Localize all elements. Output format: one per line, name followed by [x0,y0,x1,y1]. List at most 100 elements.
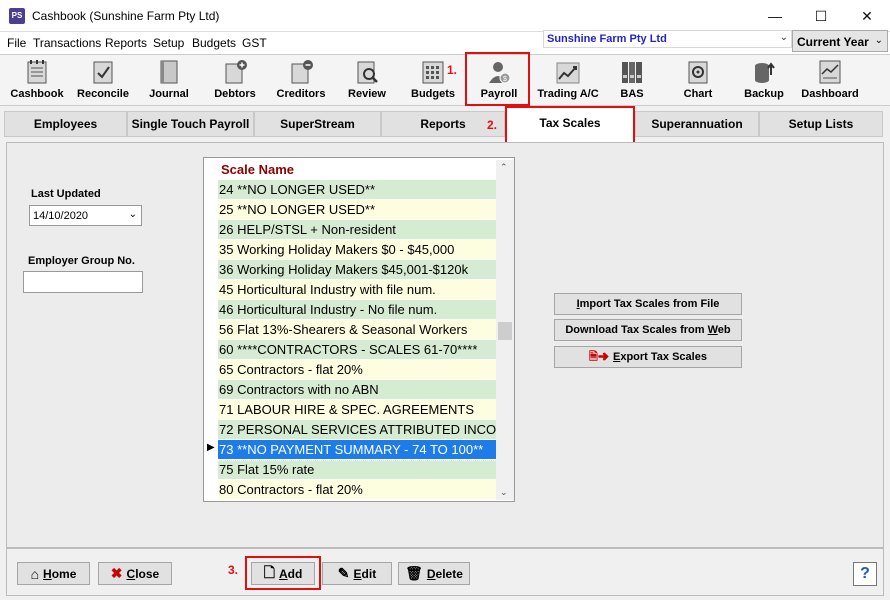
tab-tax-scales[interactable]: Tax Scales [505,106,635,142]
last-updated-value: 14/10/2020 [33,210,89,222]
button-accelerator: C [126,566,136,581]
import-tax-scales-button[interactable]: Import Tax Scales from File [554,293,742,315]
toolbar-trading[interactable]: Trading A/C [534,57,602,105]
new-document-icon: 🗋 [263,563,275,580]
download-tax-scales-button[interactable]: Download Tax Scales from Web [554,319,742,341]
add-button[interactable]: 🗋 Add [251,562,315,585]
chart-icon [688,61,708,84]
creditors-icon [291,60,313,84]
toolbar-label: BAS [620,88,644,100]
menu-file[interactable]: File [7,36,26,50]
button-text: ome [51,566,77,581]
table-row[interactable]: 72 PERSONAL SERVICES ATTRIBUTED INCOME [218,420,496,440]
tab-bar: Employees Single Touch Payroll SuperStre… [0,106,890,155]
employer-group-input[interactable] [23,271,143,293]
tax-scales-panel: Last Updated 14/10/2020 ⌄ Employer Group… [6,142,884,548]
column-header-scale-name[interactable]: Scale Name [218,160,496,180]
toolbar-label: Journal [149,88,189,100]
delete-button[interactable]: 🗑 Delete [398,562,470,585]
scroll-down-icon[interactable]: ⌄ [500,487,508,498]
menu-budgets[interactable]: Budgets [192,36,236,50]
scrollbar-thumb[interactable] [498,322,512,340]
toolbar-debtors[interactable]: Debtors [206,57,264,105]
vertical-scrollbar[interactable]: ⌃ ⌄ [496,160,514,500]
toolbar-backup[interactable]: Backup [738,57,790,105]
tab-setup-lists[interactable]: Setup Lists [759,111,883,137]
employer-group-label: Employer Group No. [28,255,135,267]
table-row[interactable]: 75 Flat 15% rate [218,460,496,480]
edit-button[interactable]: ✎ Edit [322,562,392,585]
menu-gst[interactable]: GST [242,36,267,50]
row-pointer-icon: ▶ [207,442,215,453]
table-row[interactable]: 71 LABOUR HIRE & SPEC. AGREEMENTS [218,400,496,420]
table-row[interactable]: 56 Flat 13%-Shearers & Seasonal Workers [218,320,496,340]
toolbar-label: Backup [744,88,784,100]
table-row[interactable]: 36 Working Holiday Makers $45,001-$120k [218,260,496,280]
button-accelerator: A [278,566,288,581]
table-row[interactable]: 69 Contractors with no ABN [218,380,496,400]
button-accelerator: E [353,566,362,581]
company-name: Sunshine Farm Pty Ltd [547,33,667,45]
button-text: dit [361,566,377,581]
table-row[interactable]: 80 Contractors - flat 20% [218,480,496,500]
toolbar-label: Cashbook [10,88,64,100]
button-accelerator: H [43,566,52,581]
table-row[interactable]: 46 Horticultural Industry - No file num. [218,300,496,320]
toolbar-label: Dashboard [801,88,859,100]
table-row[interactable]: 73 **NO PAYMENT SUMMARY - 74 TO 100** [218,439,496,461]
table-row[interactable]: 45 Horticultural Industry with file num. [218,280,496,300]
toolbar-label: Chart [683,88,713,100]
menu-reports[interactable]: Reports [105,36,147,50]
toolbar-review[interactable]: Review [340,57,394,105]
title-bar: PS Cashbook (Sunshine Farm Pty Ltd) — ☐ … [0,0,890,32]
toolbar-dashboard[interactable]: Dashboard [798,57,862,105]
tab-superannuation-funds[interactable]: Superannuation Funds [635,111,759,155]
tab-superstream[interactable]: SuperStream [254,111,381,137]
table-row[interactable]: 24 **NO LONGER USED** [218,180,496,200]
toolbar-journal[interactable]: Journal [140,57,198,105]
export-icon: 🗎➜ [589,351,609,363]
journal-icon [160,60,178,84]
year-select[interactable]: Current Year ⌄ [792,30,888,52]
table-row[interactable]: 26 HELP/STSL + Non-resident [218,220,496,240]
table-row[interactable]: 35 Working Holiday Makers $0 - $45,000 [218,240,496,260]
button-text: xport Tax Scales [620,351,707,363]
button-text: mport Tax Scales from File [579,298,720,310]
home-button[interactable]: ⌂ Home [17,562,90,585]
tax-scales-grid[interactable]: Scale Name 24 **NO LONGER USED** 25 **NO … [203,157,515,502]
toolbar-label: Debtors [214,88,256,100]
table-row[interactable]: 25 **NO LONGER USED** [218,200,496,220]
menu-setup[interactable]: Setup [153,36,184,50]
edit-icon: ✎ [337,565,350,581]
payroll-highlight [465,52,530,106]
app-icon: PS [9,8,25,24]
grid-rows: 24 **NO LONGER USED** 25 **NO LONGER USED… [218,180,496,500]
toolbar-creditors[interactable]: Creditors [270,57,332,105]
toolbar-cashbook[interactable]: Cashbook [6,57,68,105]
scroll-up-icon[interactable]: ⌃ [500,162,508,173]
maximize-button[interactable]: ☐ [798,0,844,32]
last-updated-date-picker[interactable]: 14/10/2020 ⌄ [29,205,142,226]
close-window-button[interactable]: ✕ [844,0,890,32]
table-row[interactable]: 65 Contractors - flat 20% [218,360,496,380]
minimize-button[interactable]: — [752,0,798,32]
toolbar-chart[interactable]: Chart [672,57,724,105]
close-button[interactable]: ✖ Close [98,562,172,585]
dashboard-icon [819,60,841,84]
toolbar-label: Trading A/C [537,88,599,100]
tab-employees[interactable]: Employees [4,111,127,137]
toolbar-reconcile[interactable]: Reconcile [72,57,134,105]
help-button[interactable]: ? [853,562,877,586]
company-select[interactable]: Sunshine Farm Pty Ltd ⌄ [543,30,792,48]
toolbar-label: Reconcile [77,88,129,100]
tab-single-touch-payroll[interactable]: Single Touch Payroll [127,111,254,137]
table-row[interactable]: 60 ****CONTRACTORS - SCALES 61-70**** [218,340,496,360]
export-tax-scales-button[interactable]: 🗎➜ Export Tax Scales [554,346,742,368]
toolbar-bas[interactable]: BAS [610,57,654,105]
bas-icon [622,62,642,83]
step-3-marker: 3. [228,563,239,577]
menu-transactions[interactable]: Transactions [33,36,101,50]
review-icon [357,61,378,84]
backup-icon [755,62,775,83]
toolbar-label: Review [348,88,386,100]
